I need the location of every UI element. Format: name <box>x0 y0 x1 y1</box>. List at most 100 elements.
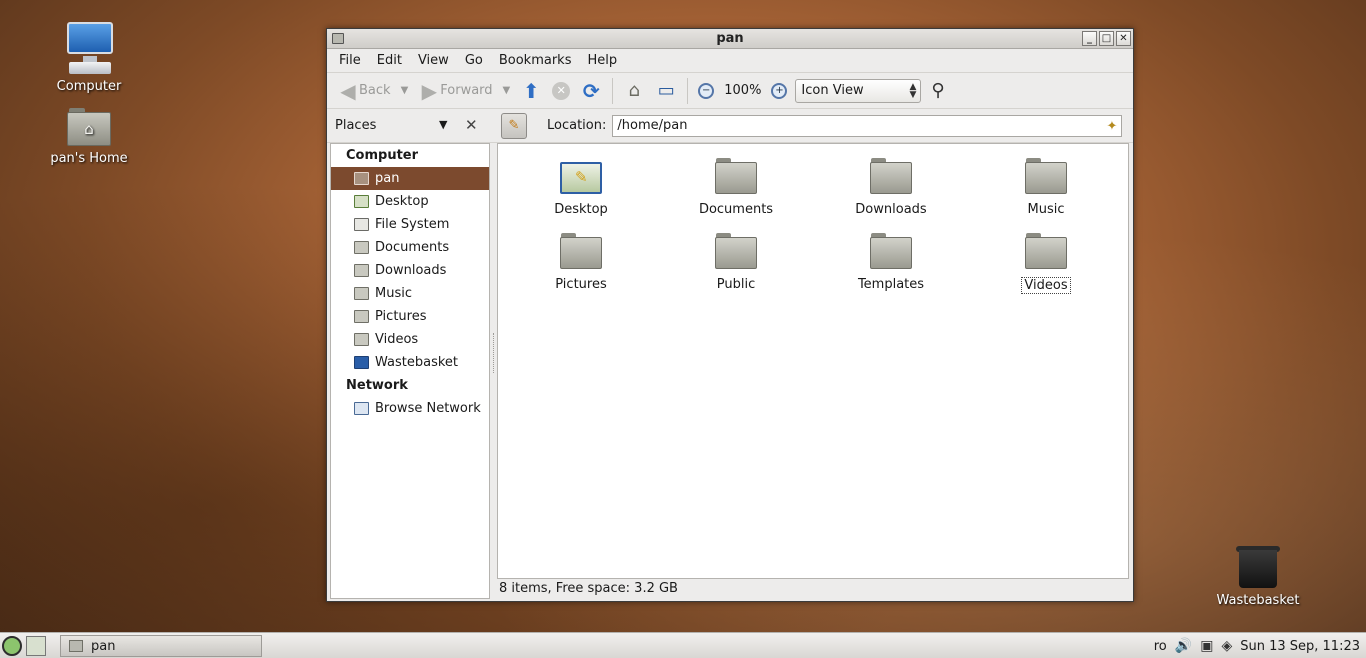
sidebar-item-browse-network[interactable]: Browse Network <box>331 397 489 420</box>
sidebar-item-label: Pictures <box>375 309 427 324</box>
sidebar-item-desktop[interactable]: Desktop <box>331 190 489 213</box>
file-item-videos[interactable]: Videos <box>976 233 1116 294</box>
clock[interactable]: Sun 13 Sep, 11:23 <box>1240 639 1360 654</box>
stop-button[interactable]: ✕ <box>548 76 574 106</box>
menu-view[interactable]: View <box>410 49 457 73</box>
view-mode-value: Icon View <box>801 83 864 98</box>
computer-icon: ▭ <box>657 80 675 101</box>
sidebar-item-label: Downloads <box>375 263 447 278</box>
minimize-button[interactable]: _ <box>1082 31 1097 46</box>
computer-button[interactable]: ▭ <box>651 76 681 106</box>
home-icon: ⌂ <box>628 80 640 101</box>
forward-history-dropdown[interactable]: ▼ <box>499 85 515 96</box>
volume-icon[interactable]: 🔊 <box>1175 638 1192 654</box>
network-status-icon[interactable]: ▣ <box>1200 638 1213 654</box>
folder-icon <box>560 233 602 269</box>
zoom-level[interactable]: 100% <box>720 83 765 98</box>
icon-view[interactable]: ✎ Desktop Documents Downloads Music Pict… <box>497 143 1129 579</box>
file-name: Videos <box>1021 277 1071 294</box>
reload-icon: ⟳ <box>582 78 600 103</box>
sidebar-header-computer: Computer <box>346 148 419 163</box>
sidebar-item-pictures[interactable]: Pictures <box>331 305 489 328</box>
taskbar-window-label: pan <box>91 638 116 654</box>
sidebar-item-music[interactable]: Music <box>331 282 489 305</box>
titlebar[interactable]: pan _ □ ✕ <box>327 29 1133 49</box>
stop-icon: ✕ <box>552 81 571 100</box>
sidebar-item-wastebasket[interactable]: Wastebasket <box>331 351 489 374</box>
toolbar: ◀ Back ▼ ▶ Forward ▼ ⬆ ✕ ⟳ ⌂ ▭ − 100% + … <box>327 73 1133 109</box>
sidebar-item-label: File System <box>375 217 450 232</box>
file-item-downloads[interactable]: Downloads <box>821 158 961 217</box>
back-button[interactable]: ◀ Back <box>333 76 395 106</box>
back-history-dropdown[interactable]: ▼ <box>397 85 413 96</box>
search-binoculars-icon[interactable]: ⚲ <box>931 80 944 101</box>
wastebasket-icon <box>354 356 369 369</box>
file-item-public[interactable]: Public <box>666 233 806 292</box>
file-item-desktop[interactable]: ✎ Desktop <box>511 158 651 217</box>
folder-icon <box>870 158 912 194</box>
location-input[interactable]: /home/pan ✦ <box>612 114 1123 137</box>
clear-location-icon[interactable]: ✦ <box>1106 117 1117 137</box>
desktop-icon-label: Wastebasket <box>1216 593 1300 608</box>
window-menu-icon[interactable] <box>332 33 344 44</box>
desktop-icon-label: Computer <box>56 79 122 94</box>
edit-location-icon: ✎ <box>508 118 520 133</box>
location-label: Location: <box>547 118 607 133</box>
file-name: Public <box>716 277 756 292</box>
file-item-documents[interactable]: Documents <box>666 158 806 217</box>
reload-button[interactable]: ⟳ <box>576 76 606 106</box>
forward-button[interactable]: ▶ Forward <box>414 76 496 106</box>
zoom-out-button[interactable]: − <box>694 76 718 106</box>
close-sidebar-icon[interactable]: ✕ <box>465 116 478 134</box>
places-label: Places <box>335 118 377 133</box>
main-menu-icon[interactable] <box>2 636 22 656</box>
zoom-in-button[interactable]: + <box>767 76 791 106</box>
sidebar-item-documents[interactable]: Documents <box>331 236 489 259</box>
computer-icon <box>61 22 117 76</box>
system-tray: ro 🔊 ▣ ◈ Sun 13 Sep, 11:23 <box>1154 633 1360 658</box>
file-name: Templates <box>857 277 925 292</box>
desktop-icon-computer[interactable]: Computer <box>39 22 139 95</box>
sidebar-item-videos[interactable]: Videos <box>331 328 489 351</box>
update-notifier-icon[interactable]: ◈ <box>1221 638 1232 654</box>
sidebar-item-label: Desktop <box>375 194 429 209</box>
sidebar-selector[interactable]: Places ▼ ✕ <box>327 109 491 143</box>
chevron-down-icon[interactable]: ▼ <box>439 118 447 131</box>
file-name: Pictures <box>555 277 607 292</box>
close-button[interactable]: ✕ <box>1116 31 1131 46</box>
location-bar: Places ▼ ✕ ✎ Location: /home/pan ✦ <box>327 109 1133 143</box>
sidebar-item-label: Documents <box>375 240 450 255</box>
sidebar-item-file-system[interactable]: File System <box>331 213 489 236</box>
desktop-icon-home[interactable]: ⌂ pan's Home <box>39 108 139 167</box>
show-desktop-icon[interactable] <box>26 636 46 656</box>
toggle-location-button[interactable]: ✎ <box>501 112 527 139</box>
keyboard-layout[interactable]: ro <box>1154 639 1167 654</box>
desktop-icon-wastebasket[interactable]: Wastebasket <box>1208 544 1308 609</box>
maximize-button[interactable]: □ <box>1099 31 1114 46</box>
sidebar-item-label: Wastebasket <box>375 355 459 370</box>
network-icon <box>354 402 369 415</box>
file-item-music[interactable]: Music <box>976 158 1116 217</box>
desktop-icon-label: pan's Home <box>50 151 128 166</box>
file-item-pictures[interactable]: Pictures <box>511 233 651 292</box>
menu-bookmarks[interactable]: Bookmarks <box>491 49 580 73</box>
sidebar-item-downloads[interactable]: Downloads <box>331 259 489 282</box>
menu-file[interactable]: File <box>331 49 369 73</box>
file-item-templates[interactable]: Templates <box>821 233 961 292</box>
home-button[interactable]: ⌂ <box>619 76 649 106</box>
menu-edit[interactable]: Edit <box>369 49 410 73</box>
file-name: Music <box>1027 202 1065 217</box>
menu-go[interactable]: Go <box>457 49 491 73</box>
folder-icon <box>69 640 83 652</box>
view-mode-select[interactable]: Icon View ▲ ▼ <box>795 78 922 103</box>
taskbar-window-button[interactable]: pan <box>60 635 262 657</box>
up-button[interactable]: ⬆ <box>516 76 546 106</box>
menu-help[interactable]: Help <box>579 49 625 73</box>
status-bar: 8 items, Free space: 3.2 GB <box>499 581 678 596</box>
sidebar-item-label: Music <box>375 286 412 301</box>
sidebar-item-pan[interactable]: pan <box>331 167 489 190</box>
sidebar-item-label: Videos <box>375 332 419 347</box>
zoom-in-icon: + <box>771 82 788 99</box>
bottom-panel: pan ro 🔊 ▣ ◈ Sun 13 Sep, 11:23 <box>0 632 1366 658</box>
folder-icon <box>354 287 369 300</box>
